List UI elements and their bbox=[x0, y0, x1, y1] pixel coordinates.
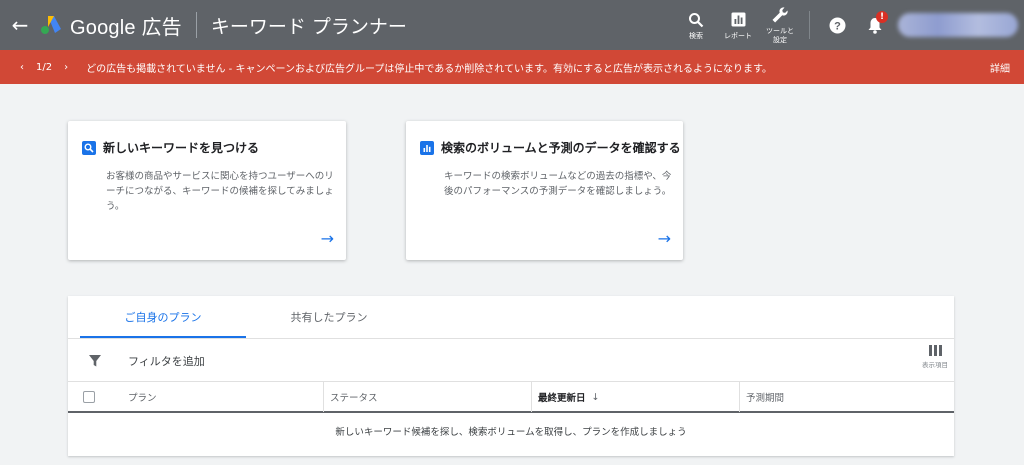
google-ads-logo[interactable]: Google 広告 bbox=[40, 11, 182, 40]
forecast-description: キーワードの検索ボリュームなどの過去の指標や、今後のパフォーマンスの予測データを… bbox=[444, 171, 672, 197]
forecast-title-row: 検索のボリュームと予測のデータを確認する bbox=[420, 139, 681, 156]
notification-badge: ! bbox=[876, 11, 888, 23]
top-app-bar: ← Google 広告 キーワード プランナー 検索 レポート ツールと設定 ?… bbox=[0, 0, 1024, 50]
empty-state-message: 新しいキーワード候補を探し、検索ボリュームを取得し、プランを作成しましょう bbox=[335, 427, 687, 438]
wrench-icon bbox=[771, 5, 789, 25]
filter-bar: フィルタを追加 表示項目 bbox=[68, 339, 954, 381]
report-button[interactable]: レポート bbox=[717, 0, 759, 50]
svg-text:?: ? bbox=[834, 20, 841, 32]
notifications-button[interactable]: ! bbox=[856, 0, 894, 50]
filter-icon[interactable] bbox=[88, 353, 102, 372]
find-keywords-title-row: 新しいキーワードを見つける bbox=[82, 139, 259, 156]
header-divider bbox=[195, 12, 197, 38]
plans-table-header: プラン ステータス 最終更新日 ↓ 予測期間 bbox=[68, 381, 954, 413]
plans-panel: ご自身のプラン 共有したプラン フィルタを追加 表示項目 プラン ステータス 最… bbox=[68, 296, 954, 456]
back-arrow-icon[interactable]: ← bbox=[0, 0, 40, 50]
report-icon bbox=[731, 10, 746, 30]
chevron-left-icon[interactable]: ‹ bbox=[20, 62, 24, 73]
find-keywords-description: お客様の商品やサービスに関心を持つユーザーへのリーチにつながる、キーワードの候補… bbox=[106, 171, 334, 212]
page-title: キーワード プランナー bbox=[210, 15, 407, 38]
search-icon bbox=[82, 140, 96, 155]
chart-icon bbox=[420, 140, 434, 155]
alert-pager: ‹ 1/2 › bbox=[14, 62, 74, 73]
alert-page-indicator: 1/2 bbox=[36, 61, 53, 73]
report-button-label: レポート bbox=[724, 31, 752, 40]
tab-my-plans[interactable]: ご自身のプラン bbox=[80, 296, 246, 338]
arrow-right-icon[interactable]: → bbox=[321, 229, 334, 248]
forecast-card[interactable]: 検索のボリュームと予測のデータを確認する キーワードの検索ボリュームなどの過去の… bbox=[406, 121, 683, 260]
sort-arrow-icon: ↓ bbox=[591, 391, 600, 403]
search-button-label: 検索 bbox=[689, 31, 703, 40]
columns-button[interactable]: 表示項目 bbox=[922, 345, 948, 369]
tools-settings-label: ツールと設定 bbox=[766, 27, 794, 44]
chevron-right-icon[interactable]: › bbox=[64, 62, 68, 73]
forecast-title: 検索のボリュームと予測のデータを確認する bbox=[441, 141, 681, 155]
help-icon: ? bbox=[829, 17, 845, 33]
column-header-last-updated[interactable]: 最終更新日 ↓ bbox=[532, 382, 740, 412]
search-button[interactable]: 検索 bbox=[675, 0, 717, 50]
columns-button-label: 表示項目 bbox=[922, 361, 948, 369]
select-all-checkbox[interactable] bbox=[68, 382, 110, 412]
alert-message: どの広告も掲載されていません - キャンペーンおよび広告グループは停止中であるか… bbox=[86, 63, 773, 75]
alert-banner: ‹ 1/2 › どの広告も掲載されていません - キャンペーンおよび広告グループ… bbox=[0, 50, 1024, 84]
plans-tabs: ご自身のプラン 共有したプラン bbox=[80, 296, 412, 338]
tab-shared-plans[interactable]: 共有したプラン bbox=[246, 296, 412, 338]
tools-settings-button[interactable]: ツールと設定 bbox=[759, 0, 801, 50]
columns-icon bbox=[928, 345, 942, 356]
arrow-right-icon[interactable]: → bbox=[658, 229, 671, 248]
brand-name: Google 広告 bbox=[70, 16, 182, 39]
column-header-plan[interactable]: プラン bbox=[110, 382, 324, 412]
column-header-status[interactable]: ステータス bbox=[324, 382, 532, 412]
checkbox-icon bbox=[83, 391, 95, 403]
alert-detail-link[interactable]: 詳細 bbox=[990, 60, 1010, 75]
google-ads-logo-icon bbox=[41, 16, 61, 34]
add-filter-button[interactable]: フィルタを追加 bbox=[128, 353, 205, 369]
help-button[interactable]: ? bbox=[818, 0, 856, 50]
last-updated-label: 最終更新日 bbox=[538, 393, 586, 404]
search-icon bbox=[688, 10, 704, 30]
find-keywords-card[interactable]: 新しいキーワードを見つける お客様の商品やサービスに関心を持つユーザーへのリーチ… bbox=[68, 121, 346, 260]
column-header-forecast-period[interactable]: 予測期間 bbox=[740, 382, 954, 412]
find-keywords-title: 新しいキーワードを見つける bbox=[103, 141, 260, 155]
header-separator bbox=[809, 11, 810, 39]
account-info-redacted[interactable] bbox=[898, 13, 1018, 37]
